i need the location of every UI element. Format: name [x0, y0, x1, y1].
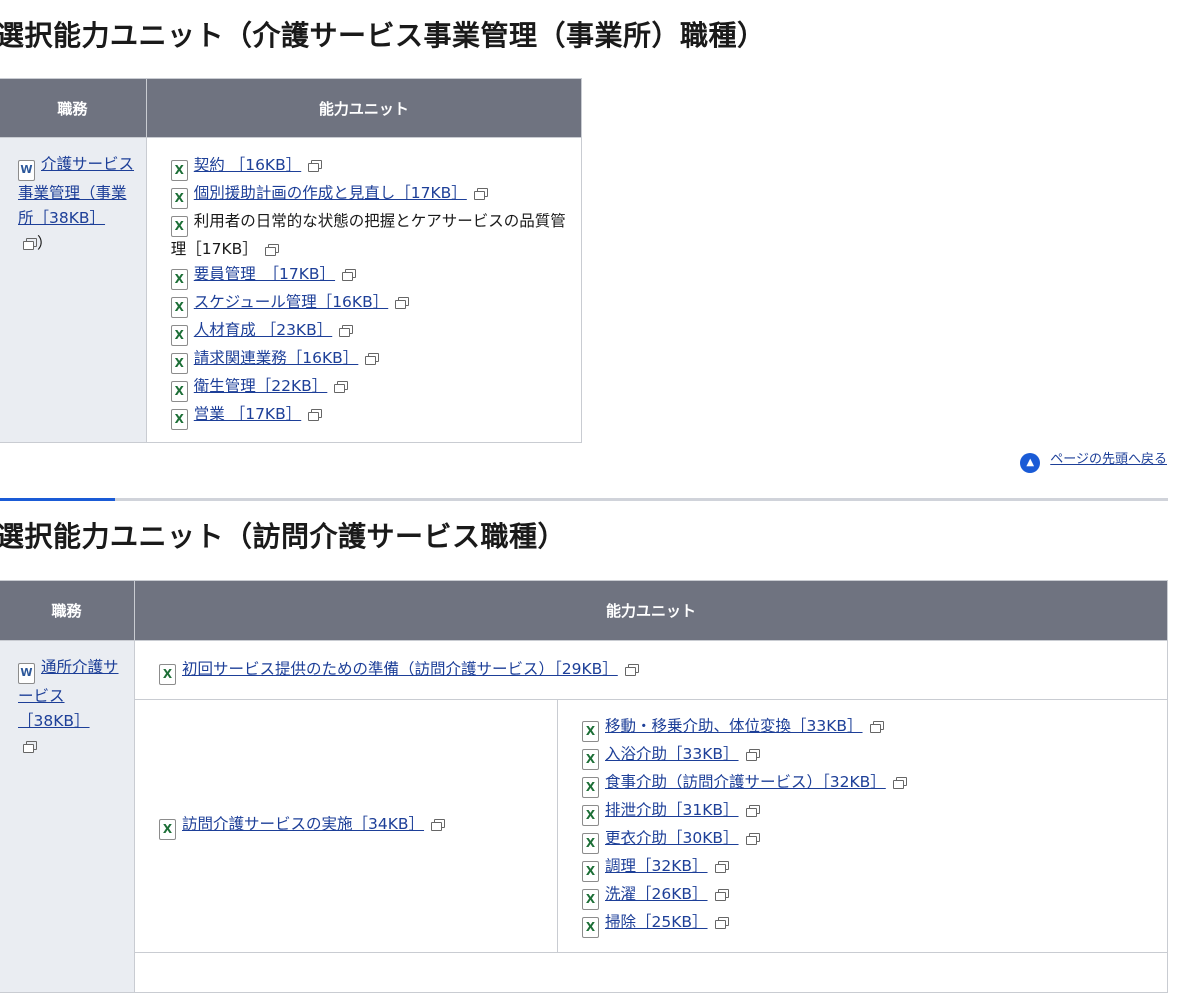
- excel-file-icon: X: [170, 325, 188, 346]
- excel-file-icon: X: [582, 777, 599, 798]
- excel-file-icon: X: [170, 188, 188, 209]
- external-window-icon: [431, 819, 446, 831]
- word-file-icon: W: [18, 663, 35, 684]
- excel-file-icon: X: [170, 409, 188, 430]
- external-window-icon: [892, 777, 907, 789]
- external-window-icon: [23, 741, 37, 753]
- unit-item: X 人材育成 ［23KB］: [170, 318, 571, 346]
- unit-link[interactable]: 利用者の日常的な状態の把握とケアサービスの品質管理［17KB］: [171, 212, 566, 258]
- column-header-units: 能力ユニット: [145, 78, 583, 138]
- unit-link[interactable]: 衛生管理［22KB］: [194, 377, 328, 395]
- page-top-link[interactable]: ▲ ページの先頭へ戻る: [1020, 448, 1167, 473]
- external-window-icon: [624, 664, 639, 676]
- section-heading-home-care: 選択能力ユニット（訪問介護サービス職種）: [0, 520, 567, 553]
- unit-link-first-service[interactable]: 初回サービス提供のための準備（訪問介護サービス）［29KB］: [182, 660, 618, 678]
- unit-item: X 移動・移乗介助、体位変換［33KB］: [582, 714, 1157, 742]
- unit-link[interactable]: 排泄介助［31KB］: [605, 801, 739, 819]
- excel-file-icon: X: [170, 269, 188, 290]
- page-top-label: ページの先頭へ戻る: [1050, 452, 1167, 467]
- excel-file-icon: X: [159, 819, 176, 840]
- section-heading-care-management: 選択能力ユニット（介護サービス事業管理（事業所）職種）: [0, 19, 766, 52]
- unit-list: X 契約 ［16KB］ X 個別援助計画の作成と見直し［17KB］ X 利用者の日常的な状…: [145, 137, 583, 443]
- unit-item: X 調理［32KB］: [582, 854, 1157, 882]
- unit-item: X 衛生管理［22KB］: [170, 374, 571, 402]
- excel-file-icon: X: [159, 664, 176, 685]
- unit-link[interactable]: スケジュール管理［16KB］: [194, 293, 388, 311]
- column-header-job: 職務: [0, 580, 135, 641]
- unit-item: X 洗濯［26KB］: [582, 882, 1157, 910]
- unit-link[interactable]: 更衣介助［30KB］: [605, 829, 739, 847]
- unit-item: X スケジュール管理［16KB］: [170, 290, 571, 318]
- external-window-icon: [308, 160, 323, 172]
- excel-file-icon: X: [582, 721, 599, 742]
- excel-file-icon: X: [582, 749, 599, 770]
- unit-item: X 掃除［25KB］: [582, 910, 1157, 938]
- unit-item: X 食事介助（訪問介護サービス）［32KB］: [582, 770, 1157, 798]
- external-window-icon: [714, 889, 729, 901]
- external-window-icon: [745, 833, 760, 845]
- excel-file-icon: X: [170, 353, 188, 374]
- unit-link[interactable]: 移動・移乗介助、体位変換［33KB］: [605, 717, 863, 735]
- job-link-label: 介護サービス事業管理（事業所［38KB］: [18, 155, 135, 227]
- unit-link[interactable]: 食事介助（訪問介護サービス）［32KB］: [605, 773, 886, 791]
- column-header-units: 能力ユニット: [134, 580, 1168, 641]
- external-window-icon: [473, 188, 488, 200]
- next-row: [134, 952, 1168, 993]
- unit-item: X 請求関連業務［16KB］: [170, 346, 571, 374]
- excel-file-icon: X: [582, 861, 599, 882]
- unit-link[interactable]: 個別援助計画の作成と見直し［17KB］: [194, 184, 467, 202]
- excel-file-icon: X: [170, 297, 188, 318]
- job-suffix: ）: [37, 234, 53, 252]
- excel-file-icon: X: [170, 381, 188, 402]
- unit-link[interactable]: 掃除［25KB］: [605, 913, 708, 931]
- unit-link[interactable]: 洗濯［26KB］: [605, 885, 708, 903]
- external-window-icon: [869, 721, 884, 733]
- column-header-job: 職務: [0, 78, 147, 138]
- unit-link[interactable]: 入浴介助［33KB］: [605, 745, 739, 763]
- excel-file-icon: X: [582, 889, 599, 910]
- care-management-units-table: 職務 能力ユニット W 介護サービス事業管理（事業所［38KB］ ） X 契約 ［1…: [0, 78, 583, 443]
- excel-file-icon: X: [170, 160, 188, 181]
- excel-file-icon: X: [582, 917, 599, 938]
- unit-item: X 利用者の日常的な状態の把握とケアサービスの品質管理［17KB］: [170, 209, 571, 262]
- external-window-icon: [714, 917, 729, 929]
- external-window-icon: [264, 244, 279, 256]
- job-link-care-management[interactable]: 介護サービス事業管理（事業所［38KB］: [18, 155, 134, 227]
- home-care-units-table: 職務 能力ユニット W 通所介護サービス［38KB］ X 初回サービス提供のための準…: [0, 580, 1168, 993]
- external-window-icon: [365, 353, 380, 365]
- section-divider-accent: [0, 498, 115, 501]
- unit-link[interactable]: 契約 ［16KB］: [194, 156, 301, 174]
- external-window-icon: [308, 409, 323, 421]
- unit-item: X 契約 ［16KB］: [170, 153, 571, 181]
- external-window-icon: [745, 805, 760, 817]
- excel-file-icon: X: [170, 216, 188, 237]
- external-window-icon: [23, 238, 37, 250]
- excel-file-icon: X: [582, 805, 599, 826]
- sub-unit-list: X 移動・移乗介助、体位変換［33KB］ X 入浴介助［33KB］ X 食事介助（訪問介護…: [557, 699, 1168, 953]
- unit-item: X 入浴介助［33KB］: [582, 742, 1157, 770]
- unit-item: X 更衣介助［30KB］: [582, 826, 1157, 854]
- external-window-icon: [395, 297, 410, 309]
- external-window-icon: [745, 749, 760, 761]
- unit-link[interactable]: 営業 ［17KB］: [194, 405, 301, 423]
- unit-link[interactable]: 請求関連業務［16KB］: [194, 349, 359, 367]
- external-window-icon: [342, 269, 357, 281]
- word-file-icon: W: [18, 160, 35, 181]
- unit-link[interactable]: 要員管理 ［17KB］: [194, 265, 335, 283]
- unit-item: X 排泄介助［31KB］: [582, 798, 1157, 826]
- arrow-up-circle-icon: ▲: [1020, 453, 1041, 473]
- external-window-icon: [714, 861, 729, 873]
- excel-file-icon: X: [582, 833, 599, 854]
- external-window-icon: [339, 325, 354, 337]
- unit-item: X 営業 ［17KB］: [170, 402, 571, 430]
- unit-link[interactable]: 調理［32KB］: [605, 857, 708, 875]
- external-window-icon: [334, 381, 349, 393]
- unit-link[interactable]: 人材育成 ［23KB］: [194, 321, 332, 339]
- unit-item: X 要員管理 ［17KB］: [170, 262, 571, 290]
- section-divider: [0, 498, 1168, 501]
- unit-link-home-care-main[interactable]: 訪問介護サービスの実施［34KB］: [182, 815, 424, 833]
- unit-item: X 個別援助計画の作成と見直し［17KB］: [170, 181, 571, 209]
